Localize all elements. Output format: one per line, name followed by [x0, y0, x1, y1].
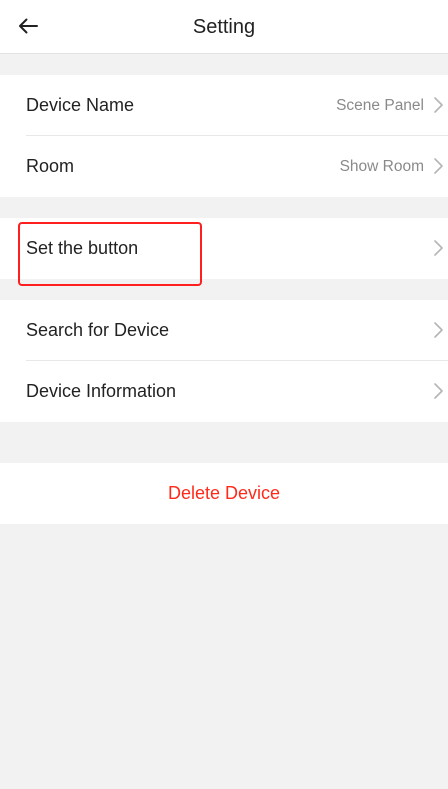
- chevron-right-icon: [434, 97, 443, 113]
- chevron-right-icon: [434, 158, 443, 174]
- device-name-label: Device Name: [26, 95, 135, 115]
- device-name-value: Scene Panel: [336, 97, 424, 114]
- room-row[interactable]: Room Show Room: [0, 136, 448, 197]
- search-for-device-row[interactable]: Search for Device: [0, 300, 448, 361]
- page-title: Setting: [192, 16, 256, 38]
- delete-device-button[interactable]: Delete Device: [0, 463, 448, 524]
- button-settings-group: Set the button: [0, 218, 448, 286]
- back-button[interactable]: [12, 10, 44, 42]
- search-for-device-label: Search for Device: [26, 320, 170, 340]
- room-label: Room: [26, 156, 75, 176]
- chevron-right-icon: [434, 240, 443, 256]
- chevron-right-icon: [434, 322, 443, 338]
- room-value: Show Room: [339, 158, 424, 175]
- arrow-left-icon: [19, 18, 38, 34]
- device-information-row[interactable]: Device Information: [0, 361, 448, 422]
- chevron-right-icon: [434, 383, 443, 399]
- device-information-label: Device Information: [26, 381, 177, 401]
- set-the-button-row[interactable]: Set the button: [0, 218, 448, 279]
- device-info-group: Search for Device Device Information: [0, 300, 448, 422]
- device-settings-group: Device Name Scene Panel Room Show Room: [0, 75, 448, 197]
- delete-device-label: Delete Device: [167, 483, 281, 503]
- device-name-row[interactable]: Device Name Scene Panel: [0, 75, 448, 136]
- set-the-button-label: Set the button: [26, 238, 139, 258]
- app-header: Setting: [0, 0, 448, 54]
